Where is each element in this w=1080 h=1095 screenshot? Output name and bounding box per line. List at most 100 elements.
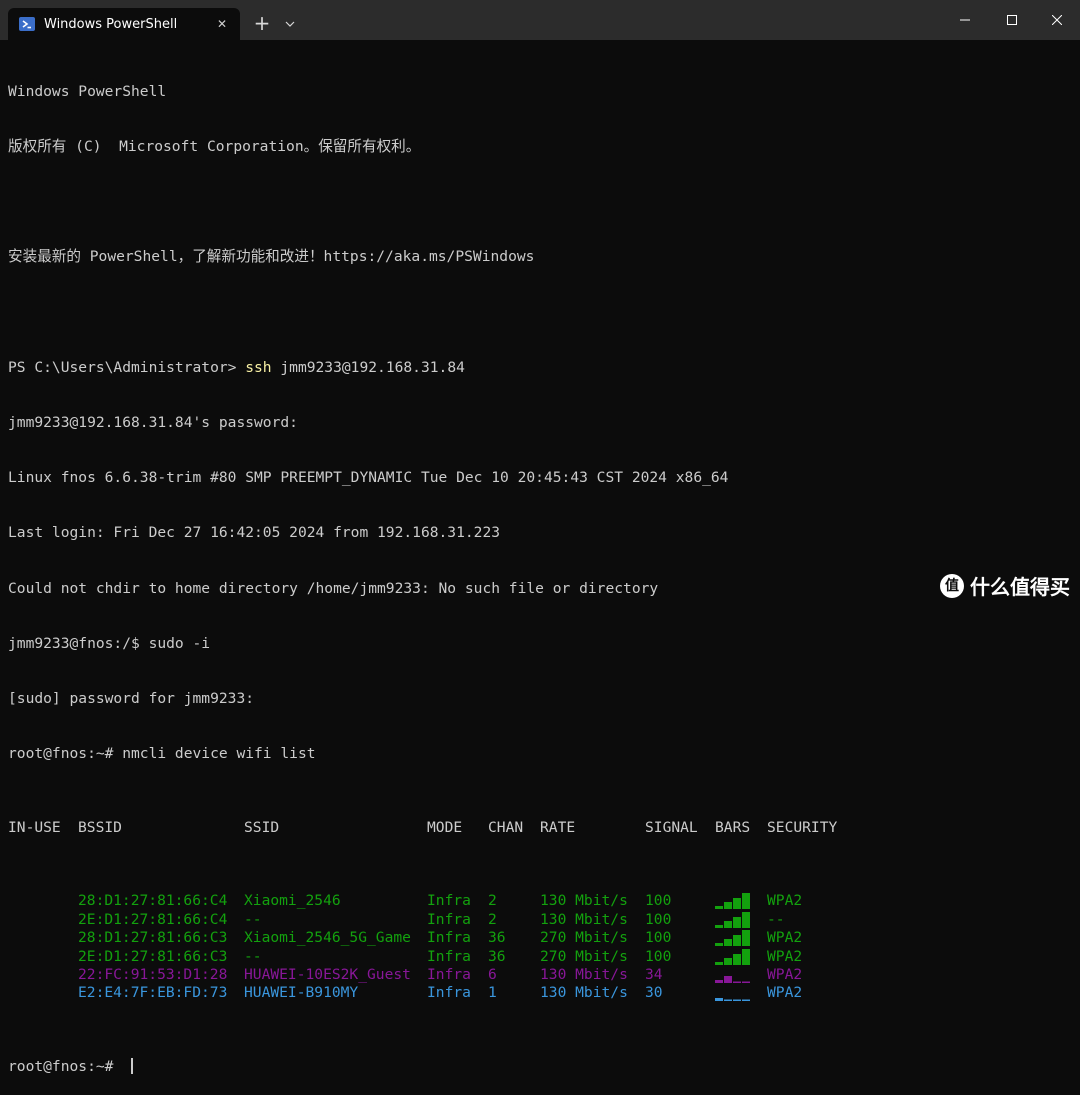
cell-signal: 100 bbox=[645, 892, 672, 910]
cell-security: WPA2 bbox=[767, 966, 803, 984]
cell-chan: 36 bbox=[488, 947, 506, 965]
close-window-button[interactable] bbox=[1034, 0, 1080, 40]
terminal-line: jmm9233@fnos:/$ sudo -i bbox=[8, 634, 211, 652]
tab-close-icon[interactable]: ✕ bbox=[214, 16, 230, 32]
signal-bar-empty bbox=[742, 999, 750, 1002]
cell-bssid: 22:FC:91:53:D1:28 bbox=[78, 966, 228, 984]
signal-bar-empty bbox=[724, 999, 732, 1002]
maximize-button[interactable] bbox=[989, 0, 1035, 40]
wifi-table-row: 28:D1:27:81:66:C3 Xiaomi_2546_5G_Game Infr… bbox=[8, 929, 1068, 947]
cell-security: WPA2 bbox=[767, 892, 803, 910]
terminal-line: 安装最新的 PowerShell，了解新功能和改进！https://aka.ms… bbox=[8, 248, 535, 266]
cell-security: WPA2 bbox=[767, 947, 803, 965]
terminal-line: root@fnos:~# nmcli device wifi list bbox=[8, 745, 316, 763]
header-bssid: BSSID bbox=[78, 818, 122, 836]
powershell-prompt: PS C:\Users\Administrator> bbox=[8, 358, 246, 376]
maximize-icon bbox=[1007, 15, 1017, 25]
cell-signal: 100 bbox=[645, 910, 672, 928]
signal-bar-filled bbox=[724, 939, 732, 947]
signal-bar-filled bbox=[733, 953, 741, 965]
header-mode: MODE bbox=[427, 818, 463, 836]
signal-bar-filled bbox=[715, 998, 723, 1002]
chevron-down-icon bbox=[285, 21, 295, 27]
cell-rate: 270 Mbit/s bbox=[540, 929, 628, 947]
header-rate: RATE bbox=[540, 818, 576, 836]
cell-ssid: HUAWEI-10ES2K_Guest bbox=[244, 966, 411, 984]
cell-ssid: Xiaomi_2546_5G_Game bbox=[244, 929, 411, 947]
header-bars: BARS bbox=[715, 818, 751, 836]
cell-signal: 30 bbox=[645, 984, 663, 1002]
wifi-table-row: 2E:D1:27:81:66:C4 -- Infra 2 130 Mbit/s 100 -- bbox=[8, 911, 1068, 929]
cell-chan: 6 bbox=[488, 966, 497, 984]
cell-signal: 100 bbox=[645, 929, 672, 947]
signal-bar-empty bbox=[733, 999, 741, 1002]
minimize-icon bbox=[960, 19, 970, 21]
wifi-table-row: 22:FC:91:53:D1:28 HUAWEI-10ES2K_Guest Infr… bbox=[8, 966, 1068, 984]
close-icon bbox=[1052, 15, 1062, 25]
signal-bar-filled bbox=[724, 920, 732, 928]
wifi-table-row: E2:E4:7F:EB:FD:73 HUAWEI-B910MY Infra 1 130 … bbox=[8, 984, 1068, 1002]
cell-signal: 100 bbox=[645, 947, 672, 965]
cell-chan: 2 bbox=[488, 910, 497, 928]
cell-chan: 1 bbox=[488, 984, 497, 1002]
header-signal: SIGNAL bbox=[645, 818, 698, 836]
cell-bssid: 2E:D1:27:81:66:C3 bbox=[78, 947, 228, 965]
watermark: 值 什么值得买 bbox=[940, 571, 1070, 600]
header-chan: CHAN bbox=[488, 818, 524, 836]
tab-dropdown-button[interactable] bbox=[278, 12, 302, 36]
cell-chan: 2 bbox=[488, 892, 497, 910]
signal-bar-filled bbox=[733, 935, 741, 947]
new-tab-button[interactable]: + bbox=[248, 12, 276, 36]
signal-bars-icon bbox=[715, 930, 750, 947]
wifi-table-row: 28:D1:27:81:66:C4 Xiaomi_2546 Infra 2 130 Mb… bbox=[8, 892, 1068, 910]
cell-security: -- bbox=[767, 910, 785, 928]
signal-bar-filled bbox=[715, 906, 723, 910]
signal-bar-filled bbox=[742, 948, 750, 965]
signal-bar-filled bbox=[715, 961, 723, 965]
cell-rate: 130 Mbit/s bbox=[540, 910, 628, 928]
cell-mode: Infra bbox=[427, 984, 471, 1002]
cell-rate: 130 Mbit/s bbox=[540, 966, 628, 984]
cell-ssid: -- bbox=[244, 910, 262, 928]
cell-mode: Infra bbox=[427, 892, 471, 910]
signal-bar-filled bbox=[742, 893, 750, 910]
header-in-use: IN-USE bbox=[8, 818, 61, 836]
ssh-args: jmm9233@192.168.31.84 bbox=[271, 358, 465, 376]
minimize-button[interactable] bbox=[942, 0, 988, 40]
title-bar: Windows PowerShell ✕ + bbox=[0, 0, 1080, 40]
cell-rate: 130 Mbit/s bbox=[540, 892, 628, 910]
cell-chan: 36 bbox=[488, 929, 506, 947]
terminal-line: jmm9233@192.168.31.84's password: bbox=[8, 414, 298, 432]
terminal-line: Windows PowerShell bbox=[8, 82, 167, 100]
wifi-table-body: 28:D1:27:81:66:C4 Xiaomi_2546 Infra 2 130 Mb… bbox=[8, 892, 1068, 1002]
cell-rate: 130 Mbit/s bbox=[540, 984, 628, 1002]
wifi-table-header: IN-USE BSSID SSID MODE CHAN RATE SIGNAL … bbox=[8, 819, 1068, 837]
cell-bssid: E2:E4:7F:EB:FD:73 bbox=[78, 984, 228, 1002]
signal-bar-filled bbox=[724, 957, 732, 965]
wifi-table-row: 2E:D1:27:81:66:C3 -- Infra 36 270 Mbit/s 100 W… bbox=[8, 948, 1068, 966]
cell-bssid: 28:D1:27:81:66:C3 bbox=[78, 929, 228, 947]
terminal-line: Last login: Fri Dec 27 16:42:05 2024 fro… bbox=[8, 524, 501, 542]
root-prompt: root@fnos:~# bbox=[8, 1058, 123, 1076]
terminal-output[interactable]: Windows PowerShell 版权所有 (C) Microsoft Co… bbox=[8, 46, 1068, 1075]
text-cursor bbox=[131, 1058, 134, 1075]
header-security: SECURITY bbox=[767, 818, 838, 836]
signal-bars-icon bbox=[715, 976, 750, 984]
ssh-command-line: PS C:\Users\Administrator> ssh jmm9233@1… bbox=[8, 359, 1068, 377]
cell-mode: Infra bbox=[427, 929, 471, 947]
cell-rate: 270 Mbit/s bbox=[540, 947, 628, 965]
cell-ssid: Xiaomi_2546 bbox=[244, 892, 341, 910]
cell-security: WPA2 bbox=[767, 929, 803, 947]
signal-bar-filled bbox=[733, 898, 741, 910]
cell-mode: Infra bbox=[427, 947, 471, 965]
signal-bar-filled bbox=[715, 924, 723, 928]
ssh-command: ssh bbox=[245, 358, 272, 376]
cell-security: WPA2 bbox=[767, 984, 803, 1002]
tab-windows-powershell[interactable]: Windows PowerShell ✕ bbox=[8, 8, 240, 40]
cell-ssid: -- bbox=[244, 947, 262, 965]
signal-bar-filled bbox=[715, 980, 723, 984]
terminal-line: 版权所有 (C) Microsoft Corporation。保留所有权利。 bbox=[8, 138, 421, 156]
cell-bssid: 28:D1:27:81:66:C4 bbox=[78, 892, 228, 910]
